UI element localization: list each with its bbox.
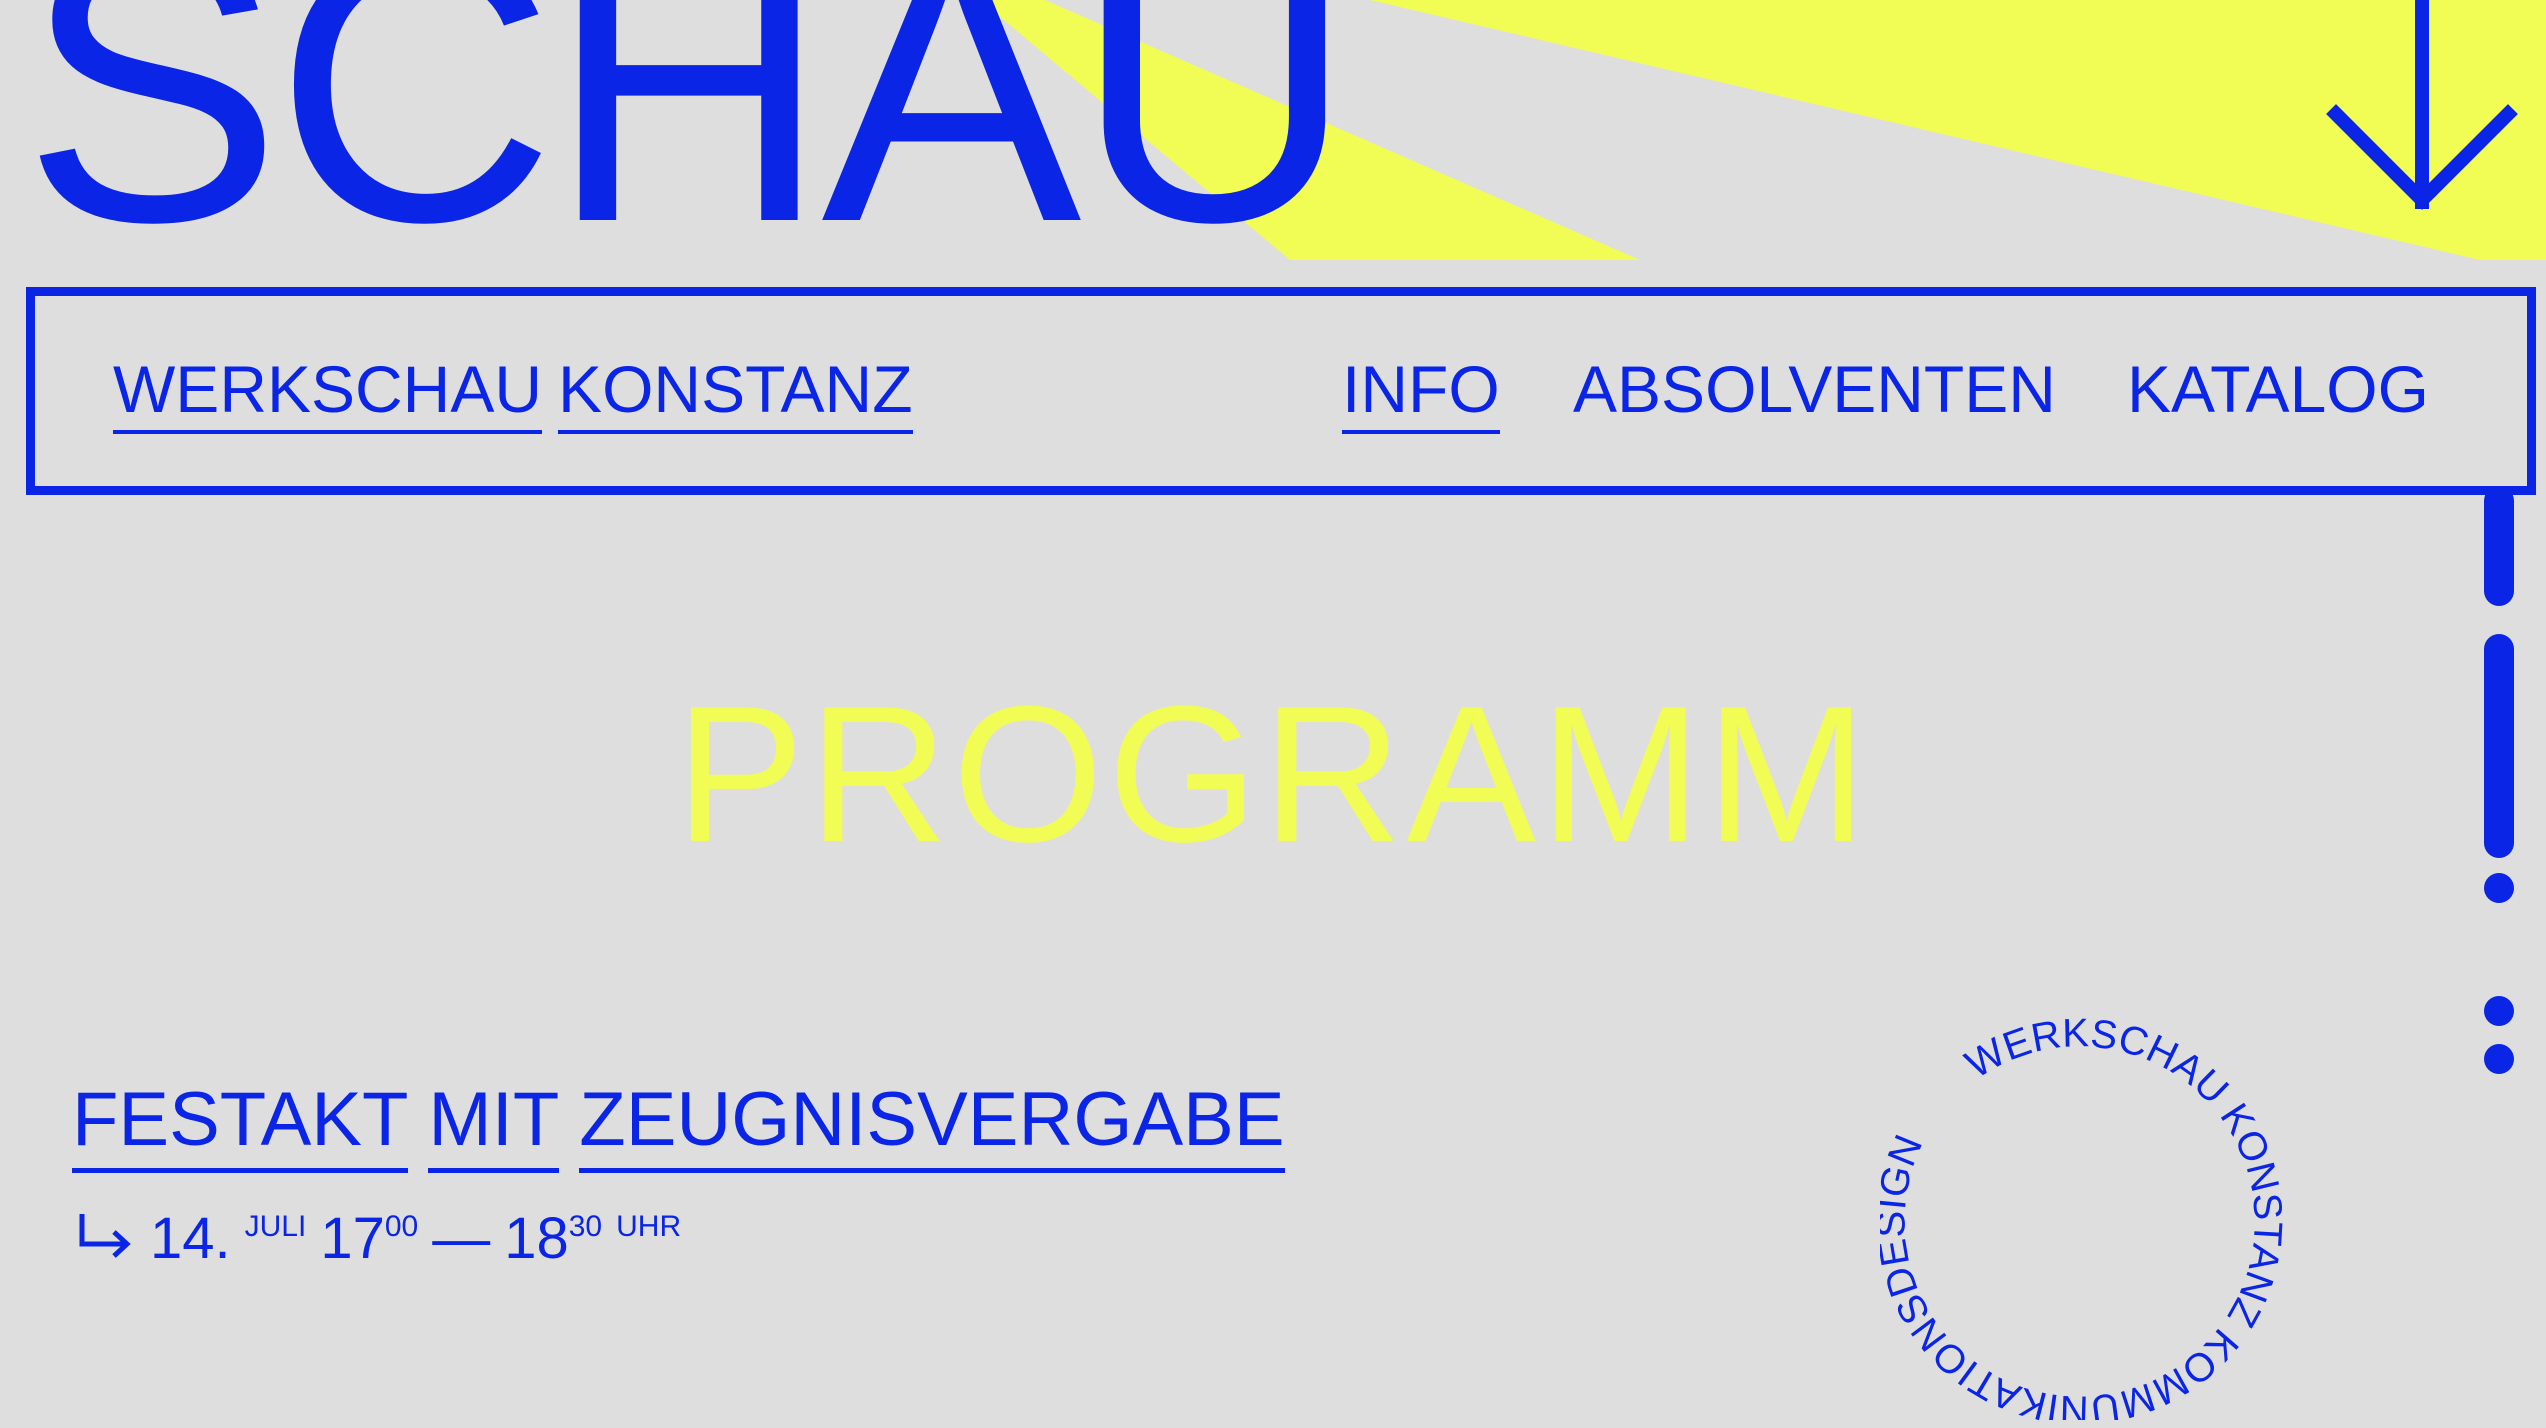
arrow-down-icon[interactable] — [2322, 0, 2522, 224]
brand-word-werkschau: WERKSCHAU — [113, 352, 543, 434]
circular-text-badge: WERKSCHAU KONSTANZ KOMMUNIKATIONSDESIGN — [1880, 1011, 2290, 1420]
event-title-word: ZEUGNISVERGABE — [579, 1077, 1285, 1173]
event-title-word: MIT — [428, 1077, 560, 1173]
event-month: JULI — [244, 1210, 307, 1243]
event-datetime: 14. JULI 17 00 — 18 30 UHR — [76, 1210, 681, 1268]
event-title-word: FESTAKT — [72, 1077, 409, 1173]
nav-item-absolventen[interactable]: ABSOLVENTEN — [1573, 356, 2056, 422]
main-navigation: WERKSCHAU KONSTANZ INFO ABSOLVENTEN KATAL… — [26, 287, 2536, 495]
nav-item-katalog[interactable]: KATALOG — [2127, 356, 2429, 422]
ring-text: WERKSCHAU KONSTANZ KOMMUNIKATIONSDESIGN — [1880, 1011, 2290, 1420]
brand-word-konstanz: KONSTANZ — [558, 352, 913, 434]
nav-item-info[interactable]: INFO — [1342, 352, 1500, 434]
hero-title: SCHAU — [22, 0, 1355, 303]
event-start-hour: 17 — [320, 1206, 385, 1271]
brand-link[interactable]: WERKSCHAU KONSTANZ — [113, 352, 913, 434]
event-title-link[interactable]: FESTAKT MIT ZEUGNISVERGABE — [72, 1077, 1285, 1173]
event-end-hour: 18 — [504, 1206, 569, 1271]
event-end-minute: 30 — [568, 1210, 603, 1243]
event-time-suffix: UHR — [616, 1210, 682, 1243]
event-start-minute: 00 — [384, 1210, 419, 1243]
section-title: PROGRAMM — [675, 666, 1871, 883]
event-time-dash: — — [432, 1206, 491, 1271]
return-arrow-icon — [79, 1214, 131, 1258]
nav-item-info-label: INFO — [1342, 352, 1500, 434]
event-day: 14. — [150, 1206, 231, 1271]
